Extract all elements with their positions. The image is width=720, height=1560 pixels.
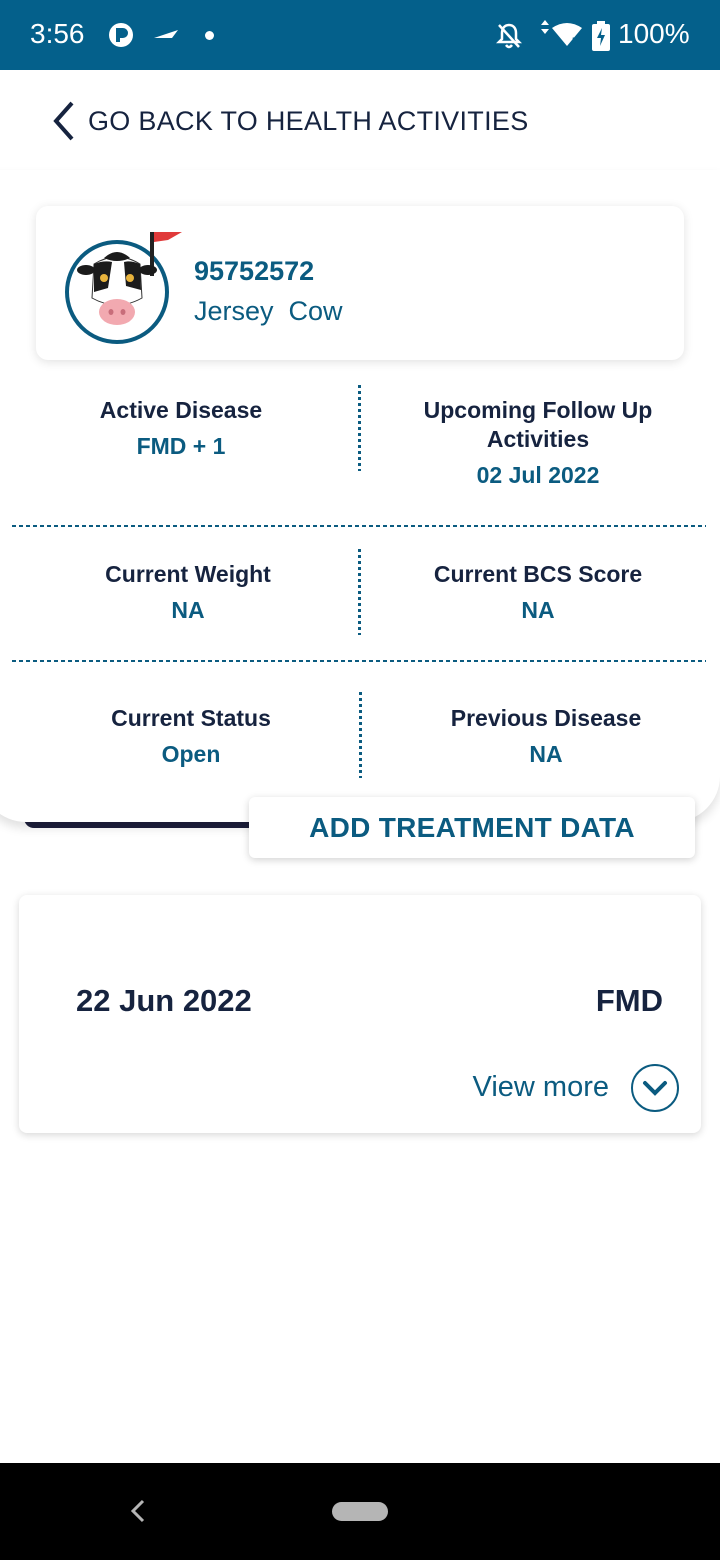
svg-text:5: 5 (572, 36, 577, 46)
animal-breed: Jersey Cow (194, 296, 343, 326)
current-weight-stat: Current Weight NA (40, 560, 336, 624)
current-status-stat: Current Status Open (50, 704, 332, 768)
back-to-health-activities[interactable]: GO BACK TO HEALTH ACTIVITIES (48, 96, 529, 146)
divider-vertical (359, 692, 362, 778)
divider-vertical (358, 549, 361, 635)
chevron-left-icon (53, 101, 74, 141)
active-disease-stat: Active Disease FMD + 1 (40, 396, 322, 460)
bcs-score-label: Current BCS Score (433, 561, 643, 587)
current-status-label: Current Status (111, 705, 271, 731)
app-icon (109, 23, 133, 47)
current-weight-value: NA (171, 597, 205, 623)
treatment-record-card[interactable]: 22 Jun 2022 FMD View more (19, 895, 701, 1133)
active-disease-value: FMD + 1 (136, 433, 226, 459)
cow-icon (65, 232, 182, 344)
active-disease-label: Active Disease (99, 397, 263, 423)
system-navigation-bar (0, 1463, 720, 1560)
add-treatment-data-button[interactable]: ADD TREATMENT DATA (249, 797, 695, 858)
battery-level: 100% (618, 18, 690, 49)
mute-icon (496, 23, 522, 49)
system-back-icon[interactable] (128, 1497, 148, 1525)
navigation-icon (154, 30, 178, 38)
view-more-link[interactable]: View more (473, 1071, 609, 1104)
notification-dot (205, 31, 214, 40)
divider-vertical (358, 385, 361, 471)
bcs-score-stat: Current BCS Score NA (384, 560, 692, 624)
system-home-button[interactable] (332, 1502, 388, 1521)
status-time: 3:56 (30, 18, 85, 49)
divider-horizontal (12, 525, 706, 527)
status-bar: 3:56 5 100% (0, 0, 720, 70)
animal-info-card: 95752572 Jersey Cow (36, 206, 684, 360)
previous-disease-stat: Previous Disease NA (392, 704, 700, 768)
record-disease: FMD (595, 983, 663, 1018)
previous-disease-value: NA (529, 741, 563, 767)
wifi-icon: 5 (541, 20, 582, 46)
back-link-label: GO BACK TO HEALTH ACTIVITIES (88, 105, 529, 136)
record-date: 22 Jun 2022 (76, 983, 252, 1018)
follow-up-stat: Upcoming Follow Up Activities 02 Jul 202… (384, 396, 692, 489)
chevron-down-circle-icon[interactable] (630, 1063, 680, 1113)
current-status-value: Open (161, 741, 221, 767)
follow-up-value: 02 Jul 2022 (476, 462, 600, 488)
current-weight-label: Current Weight (105, 561, 271, 587)
follow-up-label: Upcoming Follow Up Activities (423, 397, 653, 452)
battery-icon (592, 21, 610, 51)
bcs-score-value: NA (521, 597, 555, 623)
animal-id: 95752572 (194, 256, 315, 286)
divider-horizontal (12, 660, 706, 662)
previous-disease-label: Previous Disease (450, 705, 642, 731)
